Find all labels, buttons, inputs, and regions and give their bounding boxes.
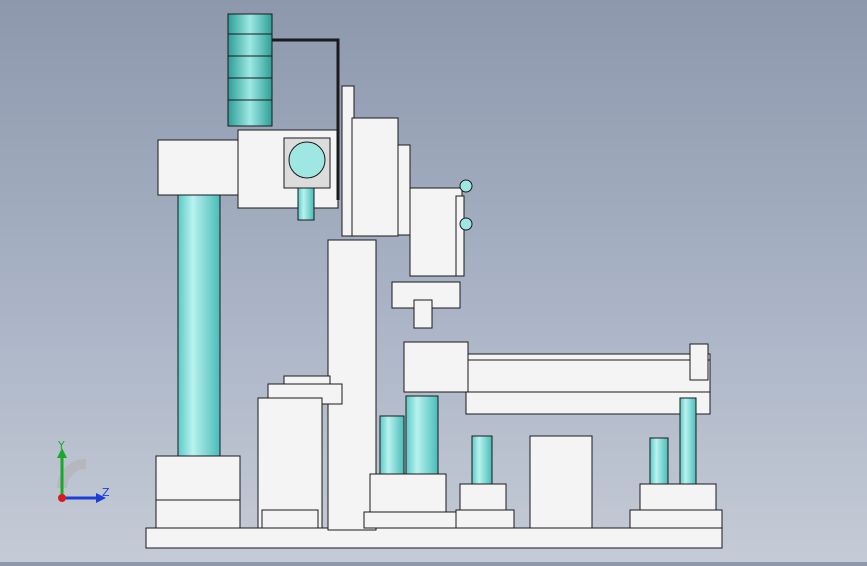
axis-triad-svg: Y Z: [57, 439, 110, 503]
machine-model: [145, 13, 723, 549]
coordinate-triad: Y Z: [40, 439, 120, 510]
cad-viewport[interactable]: [0, 0, 867, 562]
z-axis-label: Z: [102, 486, 110, 499]
lift-cylinder-2: [679, 397, 697, 489]
control-box-mid: [529, 435, 593, 529]
cable-chain: [227, 13, 273, 127]
base-plate: [145, 527, 723, 549]
left-head-block: [157, 139, 239, 196]
left-column-cylinder: [177, 194, 221, 458]
upper-slide: [409, 187, 463, 277]
x-axis-dot: [58, 494, 66, 502]
y-axis-label: Y: [57, 440, 65, 452]
control-box-left: [257, 397, 323, 529]
